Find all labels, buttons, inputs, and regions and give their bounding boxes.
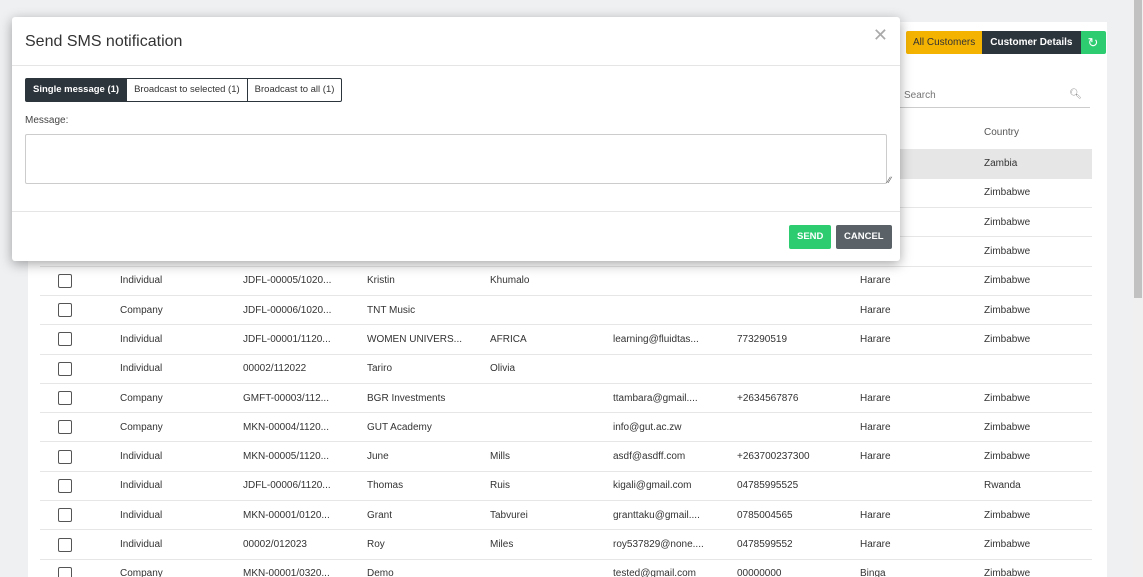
modal-header: Send SMS notification ✕ [12,17,900,66]
message-label: Message: [25,115,69,126]
tab-broadcast-selected[interactable]: Broadcast to selected (1) [126,78,248,102]
tab-broadcast-all[interactable]: Broadcast to all (1) [246,78,343,102]
close-icon[interactable]: ✕ [873,25,888,46]
resize-handle-icon[interactable]: ∕∕ [888,175,891,185]
sms-modal: Send SMS notification ✕ Single message (… [12,17,900,261]
scrollbar-thumb[interactable] [1134,0,1142,298]
modal-footer: SEND CANCEL [12,212,900,260]
cancel-button[interactable]: CANCEL [836,225,892,249]
message-textarea[interactable] [25,134,887,184]
send-button[interactable]: SEND [789,225,832,249]
tab-single-message[interactable]: Single message (1) [25,78,128,102]
modal-title: Send SMS notification [25,33,183,50]
message-mode-tabs: Single message (1) Broadcast to selected… [25,78,888,102]
page-scrollbar[interactable] [1133,0,1143,577]
modal-body: Single message (1) Broadcast to selected… [12,66,900,212]
